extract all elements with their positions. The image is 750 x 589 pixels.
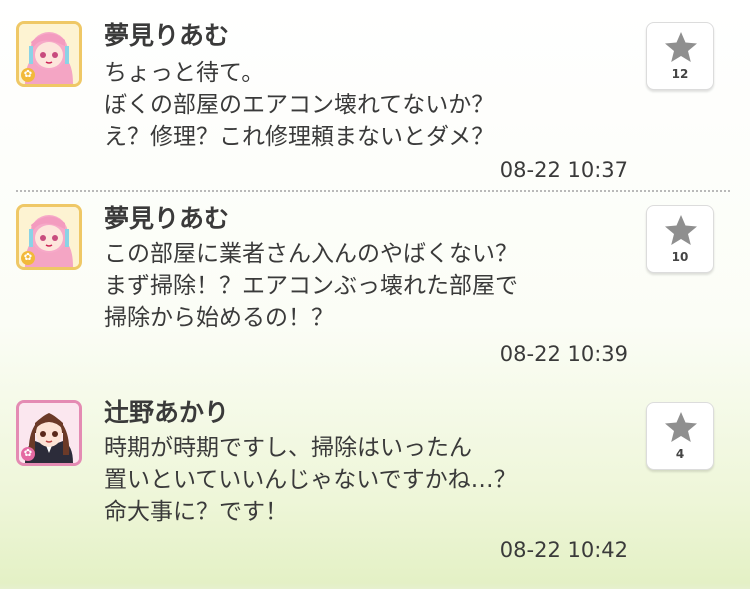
- divider: [16, 190, 730, 192]
- star-icon: [665, 215, 697, 245]
- like-button[interactable]: 10: [646, 205, 714, 273]
- post-line: 命大事に？です！: [104, 499, 288, 525]
- like-count: 4: [675, 447, 685, 461]
- star-icon: [665, 412, 697, 442]
- avatar[interactable]: ✿: [16, 400, 82, 466]
- flower-icon: ✿: [21, 447, 35, 461]
- author-name[interactable]: 夢見りあむ: [104, 204, 229, 234]
- avatar[interactable]: ✿: [16, 21, 82, 87]
- author-name[interactable]: 辻野あかり: [104, 398, 229, 428]
- post-line: 掃除から始めるの！？: [104, 305, 334, 331]
- post-body: 時期が時期ですし、掃除はいったん 置いといていいんじゃないですかね…？ 命大事に…: [104, 432, 517, 528]
- post-line: まず掃除！？エアコンぶっ壊れた部屋で: [104, 273, 518, 299]
- post-line: 置いといていいんじゃないですかね…？: [104, 467, 517, 493]
- post-line: え？修理？これ修理頼まないとダメ？: [104, 124, 495, 150]
- post-line: ちょっと待て。: [104, 60, 265, 86]
- post-line: 時期が時期ですし、掃除はいったん: [104, 435, 472, 461]
- post-body: ちょっと待て。 ぼくの部屋のエアコン壊れてないか？ え？修理？これ修理頼まないと…: [104, 57, 494, 153]
- timestamp: 08-22 10:42: [499, 538, 628, 562]
- author-name[interactable]: 夢見りあむ: [104, 21, 229, 51]
- timestamp: 08-22 10:37: [499, 158, 628, 182]
- flower-icon: ✿: [21, 251, 35, 265]
- avatar[interactable]: ✿: [16, 204, 82, 270]
- like-button[interactable]: 12: [646, 22, 714, 90]
- post-line: この部屋に業者さん入んのやばくない？: [104, 241, 518, 267]
- post-body: この部屋に業者さん入んのやばくない？ まず掃除！？エアコンぶっ壊れた部屋で 掃除…: [104, 238, 518, 334]
- like-count: 12: [671, 67, 689, 81]
- list-bottom-edge: [0, 583, 750, 589]
- like-button[interactable]: 4: [646, 402, 714, 470]
- like-count: 10: [671, 250, 689, 264]
- flower-icon: ✿: [21, 68, 35, 82]
- timestamp: 08-22 10:39: [499, 342, 628, 366]
- post-line: ぼくの部屋のエアコン壊れてないか？: [104, 92, 495, 118]
- star-icon: [665, 32, 697, 62]
